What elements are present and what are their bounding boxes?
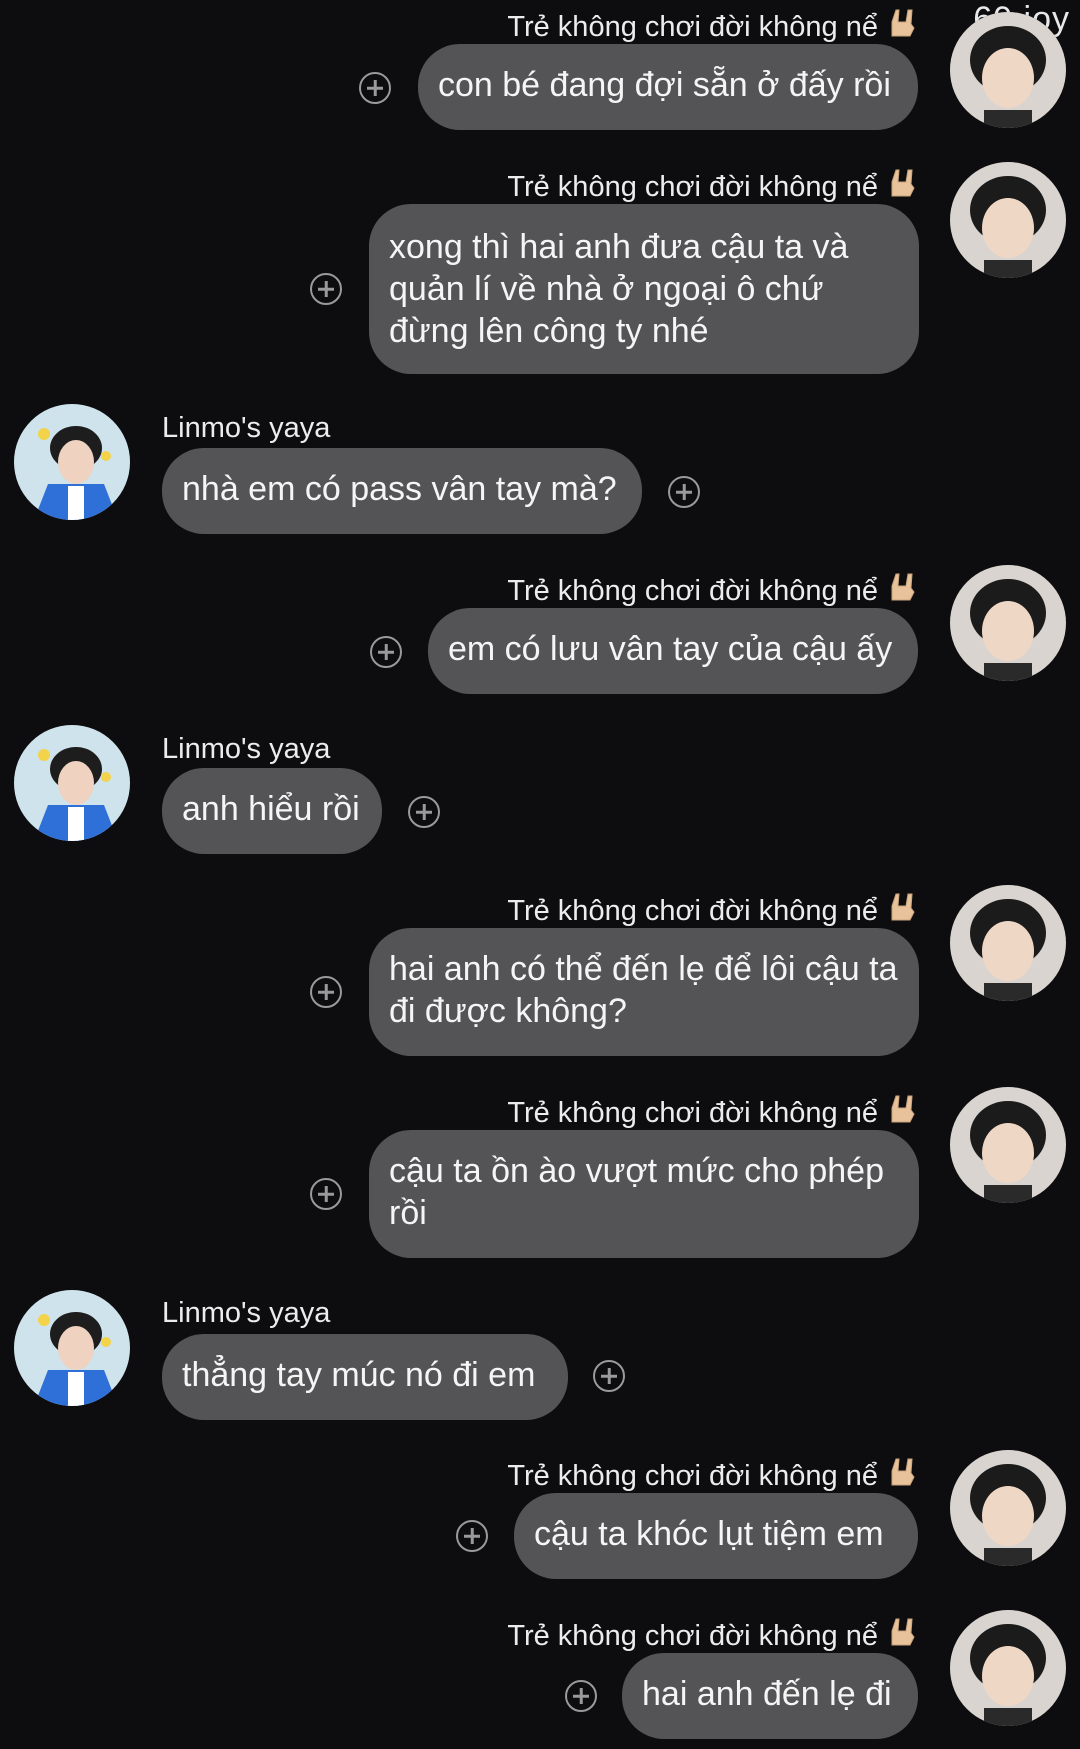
sender-name: Linmo's yaya — [162, 733, 331, 765]
avatar-me[interactable] — [950, 1450, 1066, 1566]
avatar-other[interactable] — [14, 404, 130, 520]
avatar-me[interactable] — [950, 162, 1066, 278]
rock-hand-icon — [886, 166, 920, 208]
rock-hand-icon — [886, 6, 920, 48]
avatar-me[interactable] — [950, 885, 1066, 1001]
sender-name: Trẻ không chơi đời không nể — [507, 1615, 920, 1657]
message-bubble[interactable]: nhà em có pass vân tay mà? — [162, 448, 642, 534]
add-reaction-button[interactable] — [593, 1360, 625, 1392]
sender-name: Trẻ không chơi đời không nể — [507, 1092, 920, 1134]
chat-thread[interactable]: Trẻ không chơi đời không nể con bé đang … — [0, 0, 1080, 1749]
avatar-other[interactable] — [14, 725, 130, 841]
message-bubble[interactable]: xong thì hai anh đưa cậu ta và quản lí v… — [369, 204, 919, 374]
sender-name: Trẻ không chơi đời không nể — [507, 166, 920, 208]
message-bubble[interactable]: cậu ta ồn ào vượt mức cho phép rồi — [369, 1130, 919, 1258]
rock-hand-icon — [886, 890, 920, 932]
message-bubble[interactable]: hai anh có thể đến lẹ để lôi cậu ta đi đ… — [369, 928, 919, 1056]
rock-hand-icon — [886, 570, 920, 612]
add-reaction-button[interactable] — [310, 273, 342, 305]
sender-name: Trẻ không chơi đời không nể — [507, 1455, 920, 1497]
sender-name: Trẻ không chơi đời không nể — [507, 6, 920, 48]
rock-hand-icon — [886, 1455, 920, 1497]
message-bubble[interactable]: hai anh đến lẹ đi — [622, 1653, 918, 1739]
message-bubble[interactable]: em có lưu vân tay của cậu ấy — [428, 608, 918, 694]
add-reaction-button[interactable] — [565, 1680, 597, 1712]
add-reaction-button[interactable] — [310, 976, 342, 1008]
rock-hand-icon — [886, 1092, 920, 1134]
message-bubble[interactable]: cậu ta khóc lụt tiệm em — [514, 1493, 918, 1579]
message-bubble[interactable]: thẳng tay múc nó đi em — [162, 1334, 568, 1420]
sender-name: Linmo's yaya — [162, 412, 331, 444]
sender-name: Trẻ không chơi đời không nể — [507, 890, 920, 932]
add-reaction-button[interactable] — [310, 1178, 342, 1210]
sender-name: Trẻ không chơi đời không nể — [507, 570, 920, 612]
sender-name: Linmo's yaya — [162, 1297, 331, 1329]
add-reaction-button[interactable] — [408, 796, 440, 828]
message-bubble[interactable]: con bé đang đợi sẵn ở đấy rồi — [418, 44, 918, 130]
message-bubble[interactable]: anh hiểu rồi — [162, 768, 382, 854]
avatar-me[interactable] — [950, 12, 1066, 128]
avatar-me[interactable] — [950, 1610, 1066, 1726]
add-reaction-button[interactable] — [668, 476, 700, 508]
add-reaction-button[interactable] — [370, 636, 402, 668]
avatar-other[interactable] — [14, 1290, 130, 1406]
avatar-me[interactable] — [950, 1087, 1066, 1203]
rock-hand-icon — [886, 1615, 920, 1657]
add-reaction-button[interactable] — [456, 1520, 488, 1552]
add-reaction-button[interactable] — [359, 72, 391, 104]
avatar-me[interactable] — [950, 565, 1066, 681]
